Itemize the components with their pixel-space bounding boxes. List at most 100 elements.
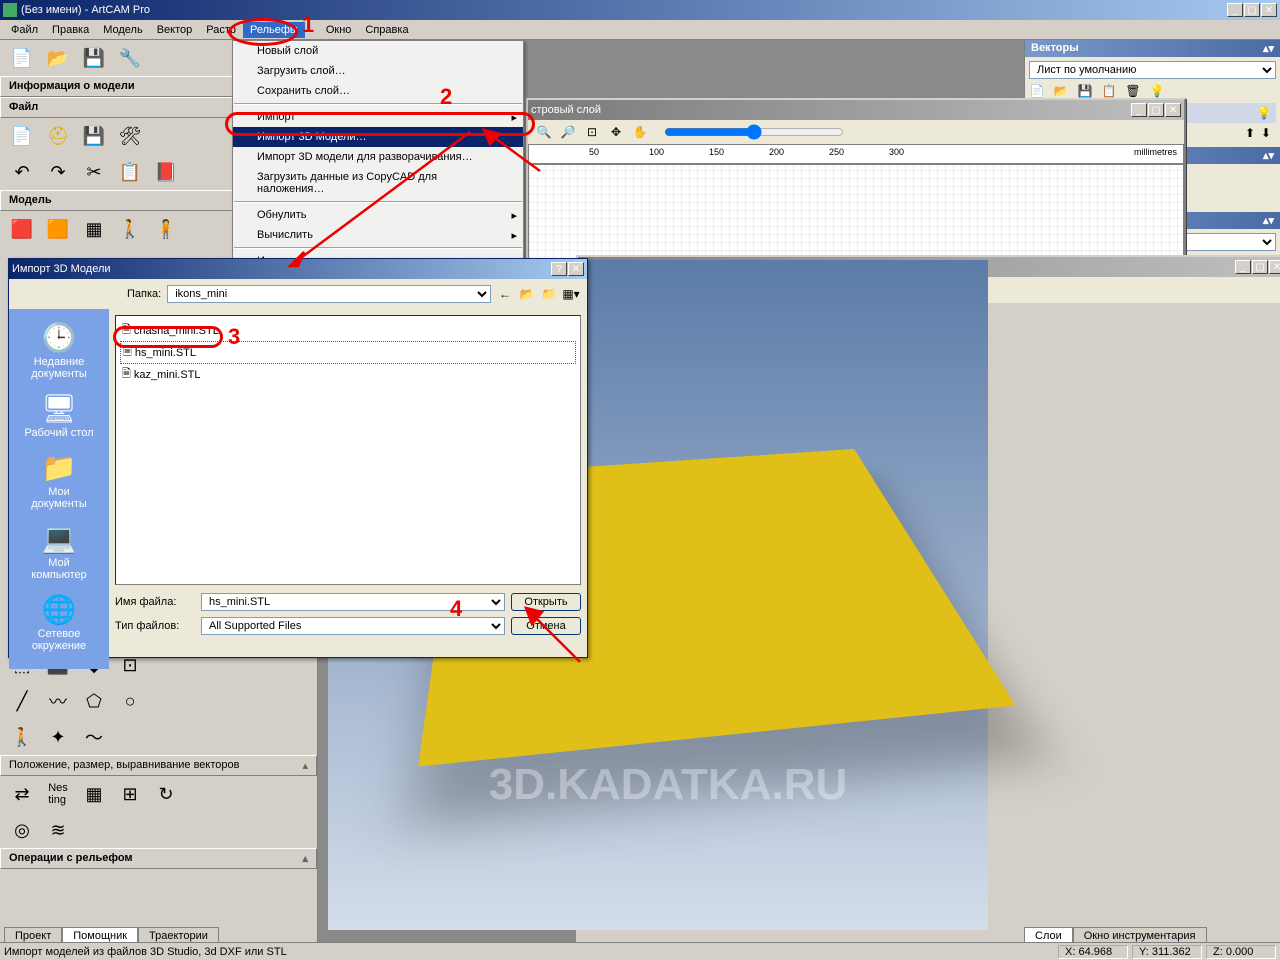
open-icon[interactable]: 📂 xyxy=(44,44,72,72)
zoom-slider[interactable] xyxy=(664,124,844,140)
menu-vector[interactable]: Вектор xyxy=(150,22,200,38)
texture-icon[interactable]: 🟥 xyxy=(8,215,36,243)
file-item[interactable]: 🗎chasha_mini.STL xyxy=(120,320,576,341)
rotate-icon[interactable]: ↻ xyxy=(152,780,180,808)
minimize-button[interactable]: _ xyxy=(1227,3,1243,17)
zoom-out-icon[interactable]: 🔎 xyxy=(560,124,576,140)
pattern-icon[interactable]: ≋ xyxy=(44,816,72,844)
file-item[interactable]: 🗎kaz_mini.STL xyxy=(120,364,576,385)
views-icon[interactable]: ▦▾ xyxy=(563,286,579,302)
open-button[interactable]: Открыть xyxy=(511,593,581,611)
copy-icon[interactable]: 📋 xyxy=(116,158,144,186)
down-icon[interactable]: ⬇ xyxy=(1258,125,1274,141)
curve-icon[interactable]: 〰 xyxy=(44,687,72,715)
dialog-close-button[interactable]: ✕ xyxy=(568,262,584,276)
place-network[interactable]: 🌐Сетевое окружение xyxy=(19,589,99,656)
v3d-close-button[interactable]: ✕ xyxy=(1269,260,1280,274)
pan-icon[interactable]: ✥ xyxy=(608,124,624,140)
mi-zero[interactable]: Обнулить xyxy=(233,205,523,225)
man-icon[interactable]: 🚶 xyxy=(8,723,36,751)
new-icon[interactable]: 📄 xyxy=(8,122,36,150)
place-recent[interactable]: 🕒Недавние документы xyxy=(19,317,99,384)
figure2-icon[interactable]: 🧍 xyxy=(152,215,180,243)
texture2-icon[interactable]: 🟧 xyxy=(44,215,72,243)
vector-position-header[interactable]: Положение, размер, выравнивание векторов xyxy=(0,755,317,776)
menu-help[interactable]: Справка xyxy=(358,22,415,38)
filename-input[interactable]: hs_mini.STL xyxy=(201,593,505,611)
maximize-button[interactable]: ▢ xyxy=(1244,3,1260,17)
mdi-close-button[interactable]: ✕ xyxy=(1165,103,1181,117)
undo-icon[interactable]: ↶ xyxy=(8,158,36,186)
new-folder-icon[interactable]: 📁 xyxy=(541,286,557,302)
folder-combo[interactable]: ikons_mini xyxy=(167,285,491,303)
watermark: 3D.KADATKA.RU xyxy=(388,760,948,810)
filetype-combo[interactable]: All Supported Files xyxy=(201,617,505,635)
tool-icon[interactable]: 🔧 xyxy=(116,44,144,72)
new-layer-icon[interactable]: 📄 xyxy=(1029,83,1045,99)
mi-load-layer[interactable]: Загрузить слой… xyxy=(233,61,523,81)
layer-del-icon[interactable]: 🗑 xyxy=(1125,83,1141,99)
file-item-selected[interactable]: 🗎hs_mini.STL xyxy=(120,341,576,364)
layout-icon[interactable]: ⊞ xyxy=(116,780,144,808)
place-desktop[interactable]: 🖥Рабочий стол xyxy=(19,388,99,443)
mi-import-3d-model[interactable]: Импорт 3D Модели… xyxy=(233,127,523,147)
redo-icon[interactable]: ↷ xyxy=(44,158,72,186)
close-button[interactable]: ✕ xyxy=(1261,3,1277,17)
mdi-min-button[interactable]: _ xyxy=(1131,103,1147,117)
wave-icon[interactable]: 〜 xyxy=(80,723,108,751)
relief-ops-header[interactable]: Операции с рельефом xyxy=(0,848,317,869)
poly-icon[interactable]: ⬠ xyxy=(80,687,108,715)
menu-raster[interactable]: Растр xyxy=(199,22,243,38)
circle-icon[interactable]: ○ xyxy=(116,687,144,715)
back-icon[interactable]: ← xyxy=(497,286,513,302)
paste-icon[interactable]: 📕 xyxy=(152,158,180,186)
mdi-max-button[interactable]: ▢ xyxy=(1148,103,1164,117)
zoom-fit-icon[interactable]: ⊡ xyxy=(584,124,600,140)
menu-reliefs[interactable]: Рельефы xyxy=(243,22,305,38)
figure-icon[interactable]: 🚶 xyxy=(116,215,144,243)
zoom-in-icon[interactable]: 🔍 xyxy=(536,124,552,140)
mi-import[interactable]: Импорт xyxy=(233,107,523,127)
v3d-min-button[interactable]: _ xyxy=(1235,260,1251,274)
layer-tool-icon[interactable]: 📋 xyxy=(1101,83,1117,99)
save-layer-icon[interactable]: 💾 xyxy=(1077,83,1093,99)
mi-save-layer[interactable]: Сохранить слой… xyxy=(233,81,523,101)
cut-icon[interactable]: ✂ xyxy=(80,158,108,186)
menu-hidden[interactable] xyxy=(305,28,319,32)
place-documents[interactable]: 📁Мои документы xyxy=(19,447,99,514)
checker-icon[interactable]: ▦ xyxy=(80,215,108,243)
save-icon[interactable]: 💾 xyxy=(80,44,108,72)
mi-import-3d-unwrap[interactable]: Импорт 3D модели для разворачивания… xyxy=(233,147,523,167)
mi-load-copycad[interactable]: Загрузить данные из CopyCAD для наложени… xyxy=(233,167,523,199)
open-layer-icon[interactable]: 📂 xyxy=(1053,83,1069,99)
grid-icon[interactable]: ▦ xyxy=(80,780,108,808)
mi-calculate[interactable]: Вычислить xyxy=(233,225,523,245)
file-list[interactable]: 🗎chasha_mini.STL 🗎hs_mini.STL 🗎kaz_mini.… xyxy=(115,315,581,585)
vectors-sheet-combo[interactable]: Лист по умолчанию xyxy=(1029,61,1276,79)
up-folder-icon[interactable]: 📂 xyxy=(519,286,535,302)
menu-file[interactable]: Файл xyxy=(4,22,45,38)
recent-icon: 🕒 xyxy=(19,321,99,354)
nest-icon[interactable]: Nesting xyxy=(44,780,72,808)
offset-icon[interactable]: ◎ xyxy=(8,816,36,844)
bulb-icon[interactable]: 💡 xyxy=(1149,83,1165,99)
visible-icon[interactable]: 💡 xyxy=(1256,105,1272,121)
save-icon[interactable]: 💾 xyxy=(80,122,108,150)
line-icon[interactable]: ╱ xyxy=(8,687,36,715)
desktop-icon: 🖥 xyxy=(19,392,99,425)
new-file-icon[interactable]: 📄 xyxy=(8,44,36,72)
dialog-help-button[interactable]: ? xyxy=(551,262,567,276)
v3d-max-button[interactable]: ▢ xyxy=(1252,260,1268,274)
mi-new-layer[interactable]: Новый слой xyxy=(233,41,523,61)
helmet-icon[interactable]: ⛑ xyxy=(44,122,72,150)
menu-model[interactable]: Модель xyxy=(96,22,149,38)
menu-edit[interactable]: Правка xyxy=(45,22,96,38)
place-computer[interactable]: 💻Мой компьютер xyxy=(19,518,99,585)
star-icon[interactable]: ✦ xyxy=(44,723,72,751)
cancel-button[interactable]: Отмена xyxy=(511,617,581,635)
wrench-icon[interactable]: 🛠 xyxy=(116,122,144,150)
align-icon[interactable]: ⇄ xyxy=(8,780,36,808)
menu-window[interactable]: Окно xyxy=(319,22,359,38)
hand-icon[interactable]: ✋ xyxy=(632,124,648,140)
up-icon[interactable]: ⬆ xyxy=(1242,125,1258,141)
